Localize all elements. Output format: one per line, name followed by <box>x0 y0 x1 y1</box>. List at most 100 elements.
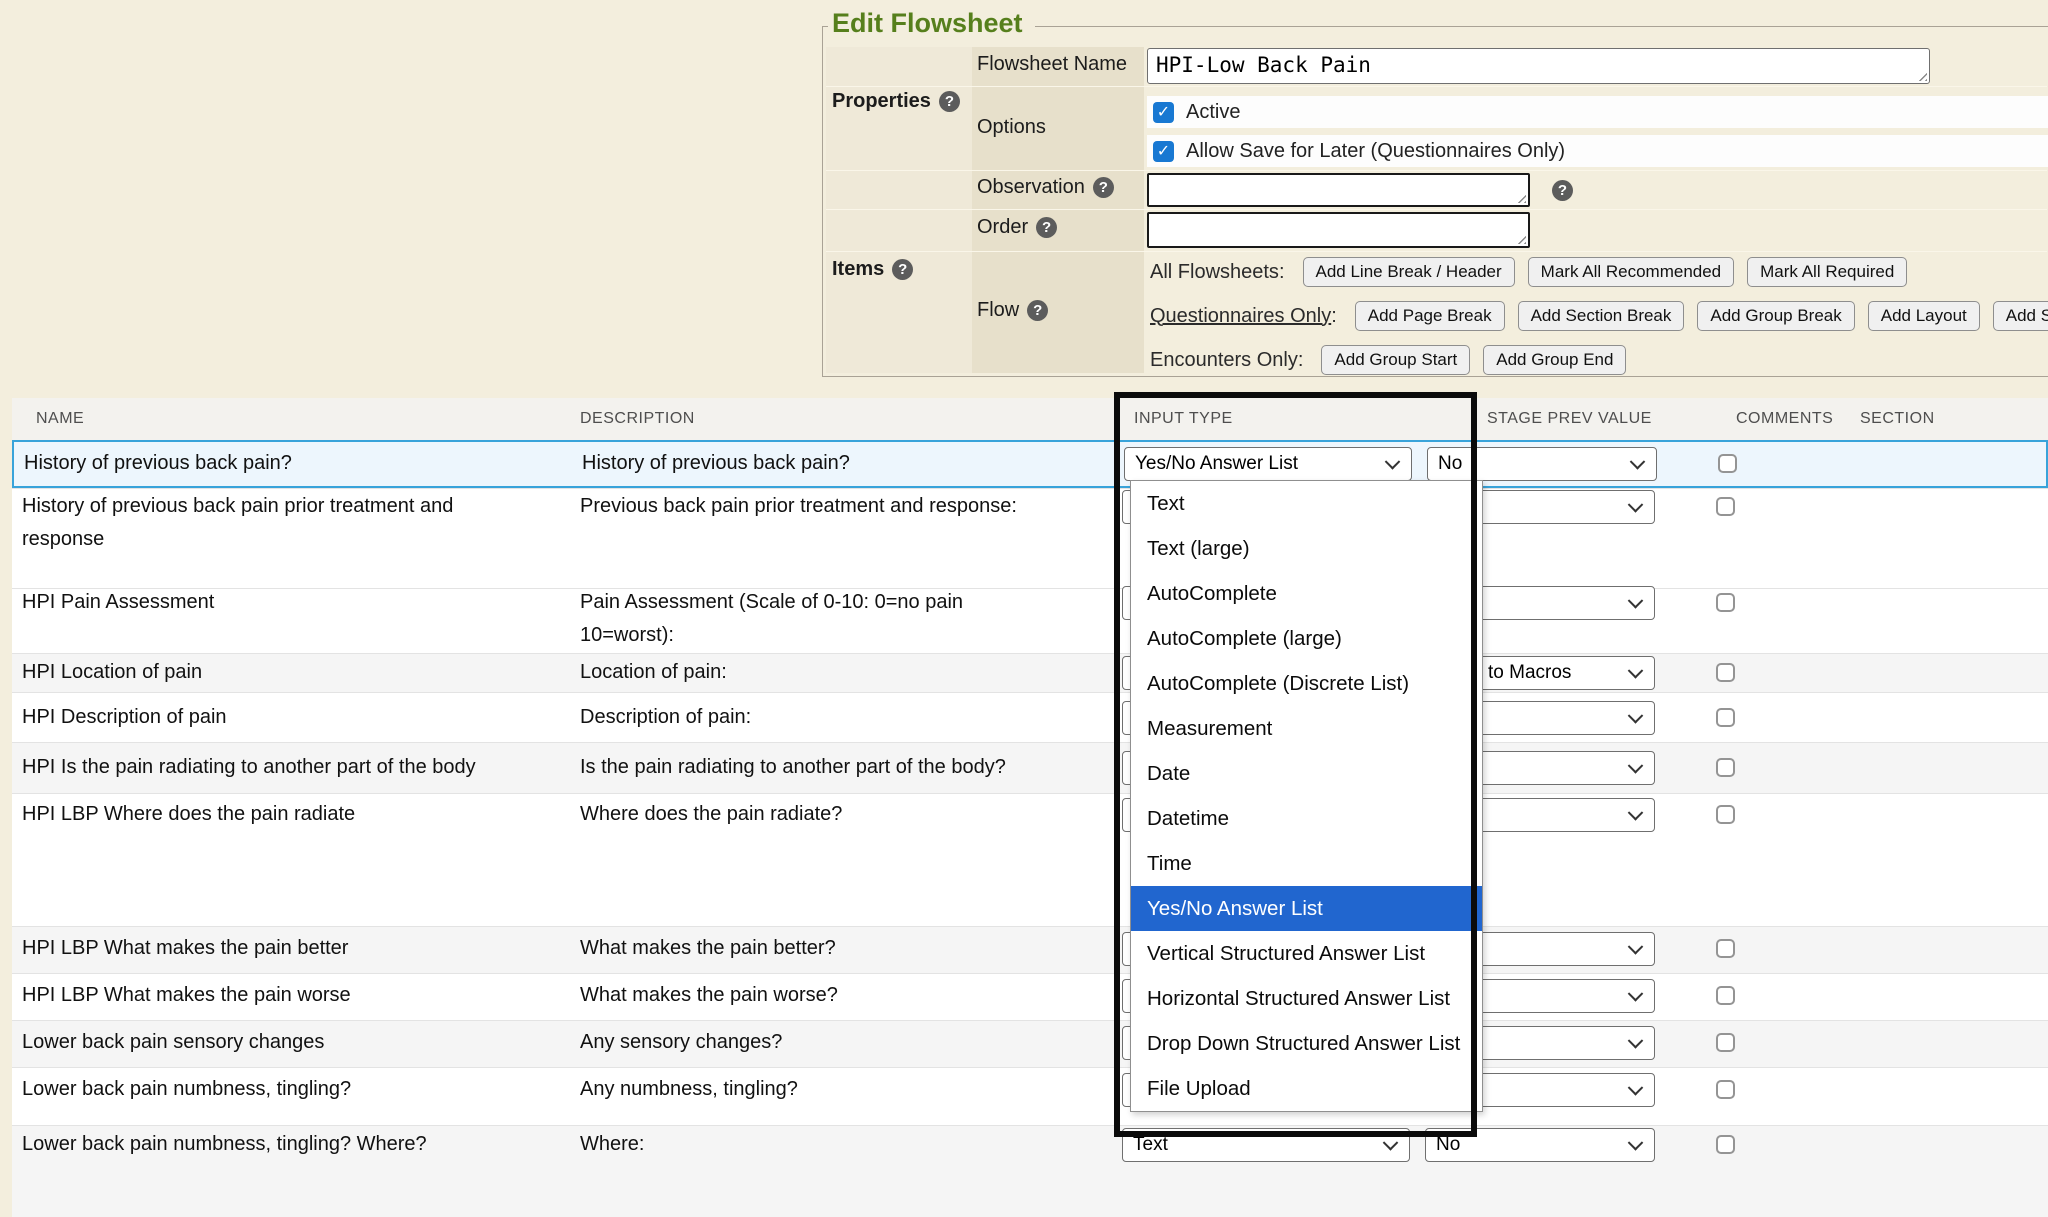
flow-group-label: All Flowsheets: <box>1150 261 1285 284</box>
dropdown-option[interactable]: Date <box>1131 751 1482 796</box>
help-icon[interactable]: ? <box>1093 177 1114 198</box>
dropdown-option[interactable]: Datetime <box>1131 796 1482 841</box>
table-row: History of previous back pain prior trea… <box>12 488 2048 588</box>
dropdown-option[interactable]: File Upload <box>1131 1066 1482 1111</box>
item-description: Where does the pain radiate? <box>580 798 842 831</box>
dropdown-option[interactable]: AutoComplete (Discrete List) <box>1131 661 1482 706</box>
help-icon[interactable]: ? <box>1027 300 1048 321</box>
comments-checkbox[interactable] <box>1716 1033 1735 1052</box>
checkbox-label: Allow Save for Later (Questionnaires Onl… <box>1186 140 1565 163</box>
table-row: HPI LBP What makes the pain betterWhat m… <box>12 926 2048 973</box>
add-group-break-button[interactable]: Add Group Break <box>1697 301 1854 331</box>
item-description: What makes the pain better? <box>580 932 836 965</box>
comments-checkbox[interactable] <box>1716 1080 1735 1099</box>
input-type-select[interactable]: Text <box>1122 1128 1410 1162</box>
comments-checkbox[interactable] <box>1716 1135 1735 1154</box>
order-label: Order ? <box>977 216 1057 239</box>
help-icon[interactable]: ? <box>1552 180 1573 201</box>
item-name: HPI Is the pain radiating to another par… <box>22 751 476 784</box>
item-name: History of previous back pain prior trea… <box>22 490 532 556</box>
checkbox-label: Active <box>1186 101 1240 124</box>
dropdown-option[interactable]: Time <box>1131 841 1482 886</box>
add-line-break-header-button[interactable]: Add Line Break / Header <box>1303 257 1515 287</box>
fieldset-sublabel-column <box>972 47 1144 373</box>
add-section-break-button[interactable]: Add Section Break <box>1518 301 1685 331</box>
item-name: HPI Description of pain <box>22 701 227 734</box>
comments-checkbox[interactable] <box>1718 454 1737 473</box>
input-type-dropdown-list: TextText (large)AutoCompleteAutoComplete… <box>1130 480 1483 1112</box>
comments-checkbox[interactable] <box>1716 986 1735 1005</box>
item-description: What makes the pain worse? <box>580 979 838 1012</box>
table-row: HPI Description of pain Description of pa… <box>12 692 2048 742</box>
dropdown-option[interactable]: Vertical Structured Answer List <box>1131 931 1482 976</box>
item-name: Lower back pain numbness, tingling? Wher… <box>22 1128 427 1161</box>
flow-group-label: Questionnaires Only: <box>1150 305 1337 328</box>
table-row: HPI LBP What makes the pain worse What ma… <box>12 973 2048 1020</box>
header-input-type: INPUT TYPE <box>1134 410 1233 428</box>
flow-group: Questionnaires Only: Add Page Break Add Se… <box>1150 296 2048 336</box>
dropdown-option[interactable]: Text (large) <box>1131 526 1482 571</box>
dropdown-option[interactable]: Yes/No Answer List <box>1131 886 1482 931</box>
dropdown-option[interactable]: Horizontal Structured Answer List <box>1131 976 1482 1021</box>
dropdown-option[interactable]: AutoComplete <box>1131 571 1482 616</box>
comments-checkbox[interactable] <box>1716 939 1735 958</box>
item-description: Is the pain radiating to another part of… <box>580 751 1006 784</box>
mark-all-recommended-button[interactable]: Mark All Recommended <box>1528 257 1734 287</box>
item-name: Lower back pain numbness, tingling? <box>22 1073 351 1106</box>
comments-checkbox[interactable] <box>1716 663 1735 682</box>
dropdown-option[interactable]: AutoComplete (large) <box>1131 616 1482 661</box>
add-group-start-button[interactable]: Add Group Start <box>1321 345 1470 375</box>
table-header: NAME DESCRIPTION INPUT TYPE STAGE PREV V… <box>12 398 2048 440</box>
help-icon[interactable]: ? <box>892 259 913 280</box>
table-row: Lower back pain numbness, tingling?Any n… <box>12 1067 2048 1125</box>
comments-checkbox[interactable] <box>1716 805 1735 824</box>
help-icon[interactable]: ? <box>939 91 960 112</box>
flowsheet-name-field-wrap: HPI-Low Back Pain <box>1147 48 1930 84</box>
item-name: History of previous back pain? <box>24 447 292 480</box>
stage-prev-value-select[interactable]: No <box>1427 447 1657 481</box>
table-row: History of previous back pain? History of… <box>12 440 2048 488</box>
comments-checkbox[interactable] <box>1716 758 1735 777</box>
help-icon[interactable]: ? <box>1036 217 1057 238</box>
observation-field-wrap <box>1147 173 1530 207</box>
item-name: HPI LBP Where does the pain radiate <box>22 798 355 831</box>
dropdown-option[interactable]: Text <box>1131 481 1482 526</box>
comments-checkbox[interactable] <box>1716 708 1735 727</box>
header-stage-prev-value: STAGE PREV VALUE <box>1487 410 1652 428</box>
mark-all-required-button[interactable]: Mark All Required <box>1747 257 1907 287</box>
observation-input[interactable] <box>1149 175 1528 205</box>
add-group-end-button[interactable]: Add Group End <box>1483 345 1626 375</box>
table-row: Lower back pain numbness, tingling? Wher… <box>12 1125 2048 1217</box>
item-name: HPI LBP What makes the pain worse <box>22 979 351 1012</box>
checkbox-checked-icon[interactable]: ✓ <box>1153 102 1174 123</box>
table-row: HPI Pain AssessmentPain Assessment (Scal… <box>12 588 2048 653</box>
flow-label: Flow ? <box>977 299 1048 322</box>
items-label: Items ? <box>832 258 913 281</box>
add-page-break-button[interactable]: Add Page Break <box>1355 301 1505 331</box>
order-input[interactable] <box>1149 214 1528 246</box>
order-field-wrap <box>1147 212 1530 248</box>
item-name: Lower back pain sensory changes <box>22 1026 324 1059</box>
page-title: Edit Flowsheet <box>828 8 1035 39</box>
edit-flowsheet-page: Edit Flowsheet Properties ? Items ? Flow… <box>0 0 2048 1217</box>
dropdown-option[interactable]: Measurement <box>1131 706 1482 751</box>
options-label: Options <box>977 116 1046 139</box>
dropdown-option[interactable]: Drop Down Structured Answer List <box>1131 1021 1482 1066</box>
flowsheet-name-label: Flowsheet Name <box>977 53 1127 76</box>
add-layout-button[interactable]: Add Layout <box>1868 301 1980 331</box>
comments-checkbox[interactable] <box>1716 497 1735 516</box>
checkbox-checked-icon[interactable]: ✓ <box>1153 141 1174 162</box>
flowsheet-name-input[interactable]: HPI-Low Back Pain <box>1148 49 1929 83</box>
item-description: History of previous back pain? <box>582 447 850 480</box>
add-scriptlet-button[interactable]: Add Scriptlet <box>1993 301 2048 331</box>
flow-group: All Flowsheets: Add Line Break / Header Ma… <box>1150 252 1920 292</box>
comments-checkbox[interactable] <box>1716 593 1735 612</box>
stage-prev-value-select[interactable]: No <box>1425 1128 1655 1162</box>
header-name: NAME <box>36 410 84 428</box>
option-row: ✓ Active <box>1147 96 2048 128</box>
input-type-select[interactable]: Yes/No Answer List <box>1124 447 1412 481</box>
table-row: HPI LBP Where does the pain radiate Where… <box>12 793 2048 926</box>
header-section: SECTION <box>1860 410 1935 428</box>
option-row: ✓ Allow Save for Later (Questionnaires On… <box>1147 135 2048 167</box>
item-description: Description of pain: <box>580 701 751 734</box>
